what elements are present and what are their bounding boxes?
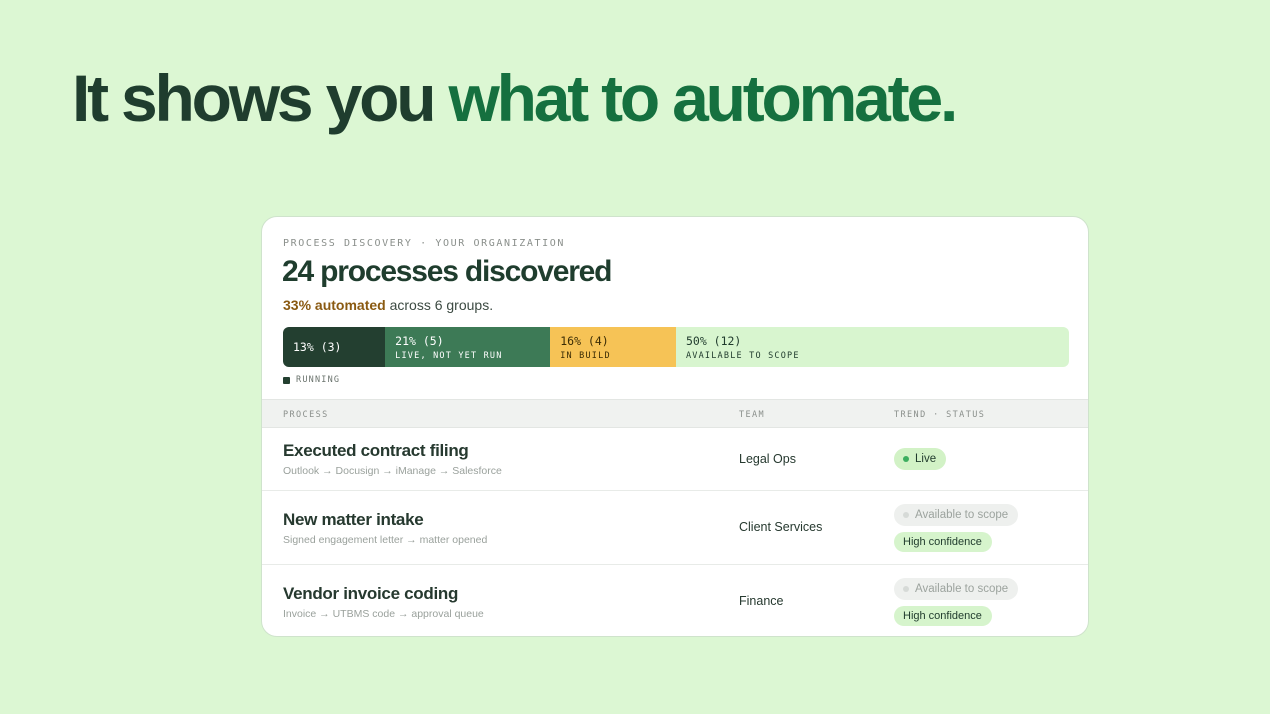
status-label: Live xyxy=(915,453,937,465)
confidence-badge: High confidence xyxy=(894,532,992,552)
automation-progress-bar: 13% (3) 21% (5) LIVE, NOT YET RUN 16% (4… xyxy=(283,327,1069,367)
status-label: Available to scope xyxy=(915,509,1009,521)
headline: It shows you what to automate. xyxy=(72,58,958,138)
process-flow: Outlook → Docusign → iManage → Salesforc… xyxy=(283,465,502,477)
process-flow: Invoice → UTBMS code → approval queue xyxy=(283,608,484,620)
available-dot-icon xyxy=(903,586,909,592)
process-discovery-card: PROCESS DISCOVERY · YOUR ORGANIZATION 24… xyxy=(261,216,1089,637)
segment-label: LIVE, NOT YET RUN xyxy=(395,350,503,361)
status-badge-available: Available to scope xyxy=(894,504,1019,526)
bar-segment-live[interactable]: 21% (5) LIVE, NOT YET RUN xyxy=(385,327,551,367)
segment-pct: 21% (5) xyxy=(395,333,444,348)
headline-part1: It shows you xyxy=(72,61,437,135)
headline-part2: what to automate. xyxy=(448,61,958,135)
process-team: Legal Ops xyxy=(739,452,796,466)
bar-legend: RUNNING xyxy=(283,375,340,385)
status-badge-live: Live xyxy=(894,448,947,470)
legend-label: RUNNING xyxy=(296,375,341,385)
process-name: Vendor invoice coding xyxy=(283,584,459,603)
subtitle-rest: across 6 groups. xyxy=(385,297,494,313)
table-row[interactable]: Executed contract filing Outlook → Docus… xyxy=(262,428,1088,491)
bar-segment-available[interactable]: 50% (12) AVAILABLE TO SCOPE xyxy=(675,327,1069,367)
card-subtitle: 33% automated across 6 groups. xyxy=(283,297,493,313)
confidence-badge: High confidence xyxy=(894,606,992,626)
segment-label: AVAILABLE TO SCOPE xyxy=(685,350,800,361)
card-title: 24 processes discovered xyxy=(282,255,612,288)
card-eyebrow: PROCESS DISCOVERY · YOUR ORGANIZATION xyxy=(283,238,565,249)
process-team: Finance xyxy=(739,594,784,608)
status-label: Available to scope xyxy=(915,583,1009,595)
automated-share: 33% automated xyxy=(283,297,386,313)
segment-pct: 16% (4) xyxy=(560,333,609,348)
header-process: PROCESS xyxy=(283,410,329,420)
segment-label: IN BUILD xyxy=(560,350,611,361)
header-trend-status: TREND · STATUS xyxy=(894,410,986,420)
segment-pct: 13% (3) xyxy=(293,340,342,354)
live-dot-icon xyxy=(903,456,909,462)
legend-swatch xyxy=(283,376,290,384)
process-team: Client Services xyxy=(739,520,823,534)
bar-segment-build[interactable]: 16% (4) IN BUILD xyxy=(550,327,676,367)
segment-pct: 50% (12) xyxy=(685,333,742,348)
process-flow: Signed engagement letter → matter opened xyxy=(283,534,488,546)
header-team: TEAM xyxy=(739,410,766,420)
bar-segment-running[interactable]: 13% (3) xyxy=(283,327,386,367)
table-header: PROCESS TEAM TREND · STATUS xyxy=(262,399,1088,428)
status-badge-available: Available to scope xyxy=(894,578,1019,600)
available-dot-icon xyxy=(903,512,909,518)
process-name: New matter intake xyxy=(283,510,424,529)
table-row[interactable]: Vendor invoice coding Invoice → UTBMS co… xyxy=(262,565,1088,636)
process-name: Executed contract filing xyxy=(283,441,469,460)
table-row[interactable]: New matter intake Signed engagement lett… xyxy=(262,491,1088,565)
